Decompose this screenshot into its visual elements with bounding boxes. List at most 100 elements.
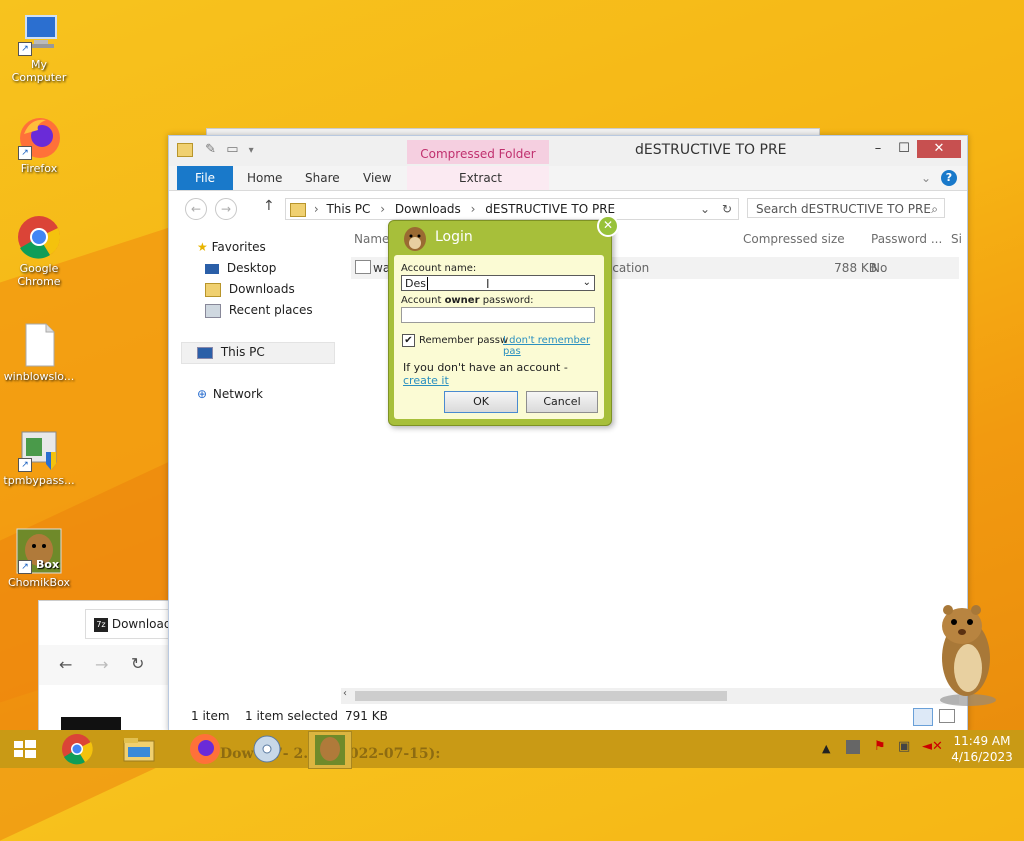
account-name-value: Des xyxy=(405,277,426,290)
tab-share[interactable]: Share xyxy=(305,166,340,190)
breadcrumb-downloads[interactable]: Downloads xyxy=(395,202,461,216)
computer-icon: ↗ xyxy=(16,10,62,56)
refresh-icon[interactable]: ↻ xyxy=(722,199,732,219)
dvd-burner-taskbar-button[interactable] xyxy=(246,731,288,767)
desktop-icon-winblows[interactable]: winblowslo... xyxy=(2,322,76,383)
folder-icon xyxy=(177,142,193,157)
quick-access-toolbar[interactable]: ✎ ▭ ▾ xyxy=(177,142,254,157)
properties-icon[interactable]: ✎ xyxy=(205,142,216,157)
nav-recent-places[interactable]: Recent places xyxy=(205,303,313,318)
new-folder-icon[interactable]: ▭ xyxy=(226,142,238,157)
search-icon[interactable]: ⌕ xyxy=(931,199,938,219)
nav-downloads[interactable]: Downloads xyxy=(205,282,295,297)
desktop-icon-my-computer[interactable]: ↗ My Computer xyxy=(2,10,76,84)
desktop-icon-label: winblowslo... xyxy=(3,370,75,383)
recent-places-icon xyxy=(205,303,221,318)
forward-arrow-icon[interactable]: → xyxy=(95,655,108,674)
desktop-icon-label: ChomikBox xyxy=(8,576,70,589)
horizontal-scrollbar[interactable]: ‹ xyxy=(341,688,959,704)
forgot-password-link[interactable]: I don't remember pas xyxy=(503,335,604,357)
column-header-password[interactable]: Password ... xyxy=(871,232,942,246)
status-bar: 1 item 1 item selected 791 KB xyxy=(169,704,967,730)
tab-view[interactable]: View xyxy=(363,166,391,190)
show-hidden-icons[interactable]: ▲ xyxy=(822,742,830,755)
dialog-close-button[interactable]: ✕ xyxy=(597,215,619,237)
navigation-pane: ★ Favorites Desktop Downloads Recent pla… xyxy=(169,232,341,702)
nav-label: Favorites xyxy=(211,240,266,254)
large-icons-view-icon[interactable] xyxy=(939,709,955,723)
ribbon-expand-icon[interactable]: ⌄ xyxy=(921,166,931,190)
breadcrumb-folder[interactable]: dESTRUCTIVE TO PRE xyxy=(485,202,615,216)
tab-file[interactable]: File xyxy=(177,166,233,190)
details-view-icon[interactable] xyxy=(913,708,933,726)
title-bar[interactable]: ✎ ▭ ▾ Compressed Folder Tools dESTRUCTIV… xyxy=(169,136,967,189)
desktop-icon-chrome[interactable]: Google Chrome xyxy=(2,214,76,288)
account-name-combobox[interactable]: Des ⌄ xyxy=(401,275,595,291)
7zip-icon: 7z xyxy=(94,617,108,632)
status-selected: 1 item selected xyxy=(245,709,339,723)
status-item-count: 1 item xyxy=(191,709,230,723)
minimize-button[interactable]: – xyxy=(865,140,891,158)
network-tray-icon[interactable]: ▣ xyxy=(898,739,910,754)
scrollbar-thumb[interactable] xyxy=(355,691,727,701)
clock[interactable]: 11:49 AM 4/16/2023 xyxy=(948,733,1016,765)
status-size: 791 KB xyxy=(345,709,388,723)
password-label-part: Account xyxy=(401,295,445,306)
breadcrumb-separator-icon: › xyxy=(470,202,476,216)
remember-password-checkbox[interactable]: ✔ xyxy=(402,334,415,347)
column-header-name[interactable]: Name xyxy=(354,232,389,246)
dialog-title: Login xyxy=(435,229,473,245)
chomikbox-taskbar-button[interactable] xyxy=(308,731,352,769)
ok-button[interactable]: OK xyxy=(444,391,518,413)
desktop-icon-firefox[interactable]: ↗ Firefox xyxy=(2,114,76,175)
nav-this-pc[interactable]: This PC xyxy=(197,345,265,359)
chomikbox-mascot xyxy=(920,600,1020,710)
tab-home[interactable]: Home xyxy=(247,166,282,190)
column-header-compressed-size[interactable]: Compressed size xyxy=(743,232,845,246)
maximize-button[interactable]: ☐ xyxy=(891,140,917,158)
forward-button[interactable]: → xyxy=(215,198,237,220)
column-header-size[interactable]: Si xyxy=(951,232,962,246)
reload-icon[interactable]: ↻ xyxy=(131,654,144,673)
chrome-icon xyxy=(16,214,62,260)
document-icon xyxy=(16,322,62,368)
breadcrumb-this-pc[interactable]: This PC xyxy=(326,202,370,216)
chevron-down-icon[interactable]: ⌄ xyxy=(700,199,710,219)
desktop-icon-tpmbypass[interactable]: ↗ tpmbypass... xyxy=(2,426,76,487)
password-field[interactable] xyxy=(401,307,595,323)
chrome-taskbar-button[interactable] xyxy=(56,731,98,767)
tray-app-icon[interactable] xyxy=(846,740,860,754)
login-dialog[interactable]: Login ✕ Account name: Des ⌄ I Account ow… xyxy=(388,215,619,426)
search-input[interactable]: Search dESTRUCTIVE TO PRE ⌕ xyxy=(747,198,945,218)
desktop-icon-chomikbox[interactable]: Box ↗ ChomikBox xyxy=(2,528,76,589)
compressed-folder-tools-tab: Compressed Folder Tools xyxy=(407,140,549,189)
downloads-folder-icon xyxy=(205,282,221,297)
nav-desktop[interactable]: Desktop xyxy=(205,261,276,275)
create-account-link[interactable]: create it xyxy=(403,374,449,387)
customize-dropdown-icon[interactable]: ▾ xyxy=(249,145,254,156)
address-bar[interactable]: › This PC › Downloads › dESTRUCTIVE TO P… xyxy=(285,198,739,220)
no-account-label: If you don't have an account - xyxy=(403,361,568,374)
close-button[interactable]: ✕ xyxy=(917,140,961,158)
help-icon[interactable]: ? xyxy=(941,170,957,186)
nav-favorites[interactable]: ★ Favorites xyxy=(197,240,266,254)
nav-network[interactable]: ⊕ Network xyxy=(197,387,263,401)
browser-content-block xyxy=(61,717,121,731)
action-center-icon[interactable]: ⚑ xyxy=(874,739,886,754)
up-arrow-icon[interactable]: ↑ xyxy=(263,198,275,214)
background-browser-window[interactable]: 7z Download ← → ↻ xyxy=(38,600,195,732)
remember-password-label: Remember passw xyxy=(419,335,509,346)
back-button[interactable]: ← xyxy=(185,198,207,220)
start-button[interactable] xyxy=(4,731,46,767)
cancel-button[interactable]: Cancel xyxy=(526,391,598,413)
scroll-left-icon[interactable]: ‹ xyxy=(343,688,347,699)
chevron-down-icon[interactable]: ⌄ xyxy=(583,275,591,291)
desktop-icon-label: tpmbypass... xyxy=(3,474,75,487)
star-icon: ★ xyxy=(197,240,208,254)
desktop-icon xyxy=(205,263,219,274)
desktop-icon-label: Google Chrome xyxy=(17,262,61,288)
back-arrow-icon[interactable]: ← xyxy=(59,655,72,674)
volume-muted-icon[interactable]: ◄✕ xyxy=(922,739,943,754)
tab-extract[interactable]: Extract xyxy=(459,166,502,190)
file-explorer-taskbar-button[interactable] xyxy=(118,731,160,767)
